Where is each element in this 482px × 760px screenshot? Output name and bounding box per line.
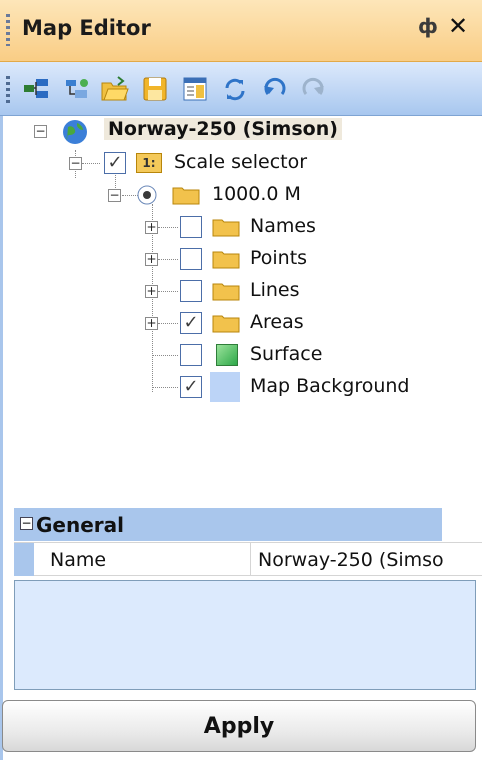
expand-toggle[interactable]: + [145,317,158,330]
surface-checkbox[interactable] [180,344,202,366]
property-grid: − General Name Norway-250 (Simso [14,508,482,576]
lines-label: Lines [250,279,300,301]
areas-checkbox[interactable]: ✓ [180,312,202,334]
scale-selector-checkbox[interactable]: ✓ [104,152,126,174]
tree-node-surface[interactable]: Surface [0,340,482,370]
collapse-toggle[interactable]: − [69,157,82,170]
tree-node-map-background[interactable]: ✓ Map Background [0,372,482,402]
collapse-toggle[interactable]: − [108,189,121,202]
folder-icon [212,251,240,269]
points-label: Points [250,247,308,269]
tree-node-lines[interactable]: + Lines [0,276,482,306]
panel-title: Map Editor [22,16,151,40]
surface-label: Surface [250,343,323,365]
apply-button[interactable]: Apply [2,700,476,752]
expand-toggle[interactable]: + [145,221,158,234]
section-collapse-toggle[interactable]: − [20,517,33,530]
folder-icon [212,315,240,333]
section-title: General [36,513,124,537]
close-icon[interactable]: ✕ [448,12,468,40]
tree-node-areas[interactable]: + ✓ Areas [0,308,482,338]
scale-selector-label: Scale selector [174,151,308,173]
collapse-toggle[interactable]: − [34,125,47,138]
property-row[interactable]: Name Norway-250 (Simso [14,542,482,576]
toolbar-grip-icon[interactable] [6,76,10,104]
lines-checkbox[interactable] [180,280,202,302]
toolbar [0,62,482,116]
tree-node-names[interactable]: + Names [0,212,482,242]
scale-label: 1000.0 M [212,183,301,205]
folder-icon [212,283,240,301]
add-layer-icon[interactable] [22,74,52,104]
property-name: Name [50,549,107,571]
names-checkbox[interactable] [180,216,202,238]
map-background-checkbox[interactable]: ✓ [180,376,202,398]
root-label: Norway-250 (Simson) [104,118,342,140]
drag-grip-icon[interactable] [6,14,10,46]
undo-icon[interactable] [260,74,290,104]
folder-icon [212,219,240,237]
points-checkbox[interactable] [180,248,202,270]
radio-button[interactable] [136,184,158,206]
property-section-header[interactable]: − General [14,508,442,541]
names-label: Names [250,215,316,237]
property-value[interactable]: Norway-250 (Simso [258,549,480,571]
save-icon[interactable] [140,74,170,104]
tree-node-root[interactable]: − Norway-250 (Simson) [0,116,482,146]
left-edge [0,116,3,760]
scale-badge-icon: 1: [136,153,162,173]
tree-node-points[interactable]: + Points [0,244,482,274]
expand-toggle[interactable]: + [145,253,158,266]
tree-node-scale[interactable]: − 1000.0 M [0,180,482,210]
layer-tree: − Norway-250 (Simson) − ✓ 1: Scale selec… [0,116,482,508]
areas-label: Areas [250,311,304,333]
background-swatch-icon [210,372,240,402]
pin-icon[interactable]: ф [418,14,438,38]
redo-icon[interactable] [298,74,328,104]
map-background-label: Map Background [250,375,410,397]
tree-node-scale-selector[interactable]: − ✓ 1: Scale selector [0,148,482,178]
add-group-icon[interactable] [62,74,92,104]
folder-icon [172,187,200,205]
refresh-icon[interactable] [220,74,250,104]
title-bar[interactable]: Map Editor ф ✕ [0,0,482,62]
globe-icon [63,120,87,144]
map-editor-panel: Map Editor ф ✕ − Norway-250 (Simson) − ✓… [0,0,482,760]
open-folder-icon[interactable] [100,74,130,104]
properties-icon[interactable] [180,74,210,104]
expand-toggle[interactable]: + [145,285,158,298]
description-panel [14,580,476,690]
surface-swatch-icon [216,344,238,366]
